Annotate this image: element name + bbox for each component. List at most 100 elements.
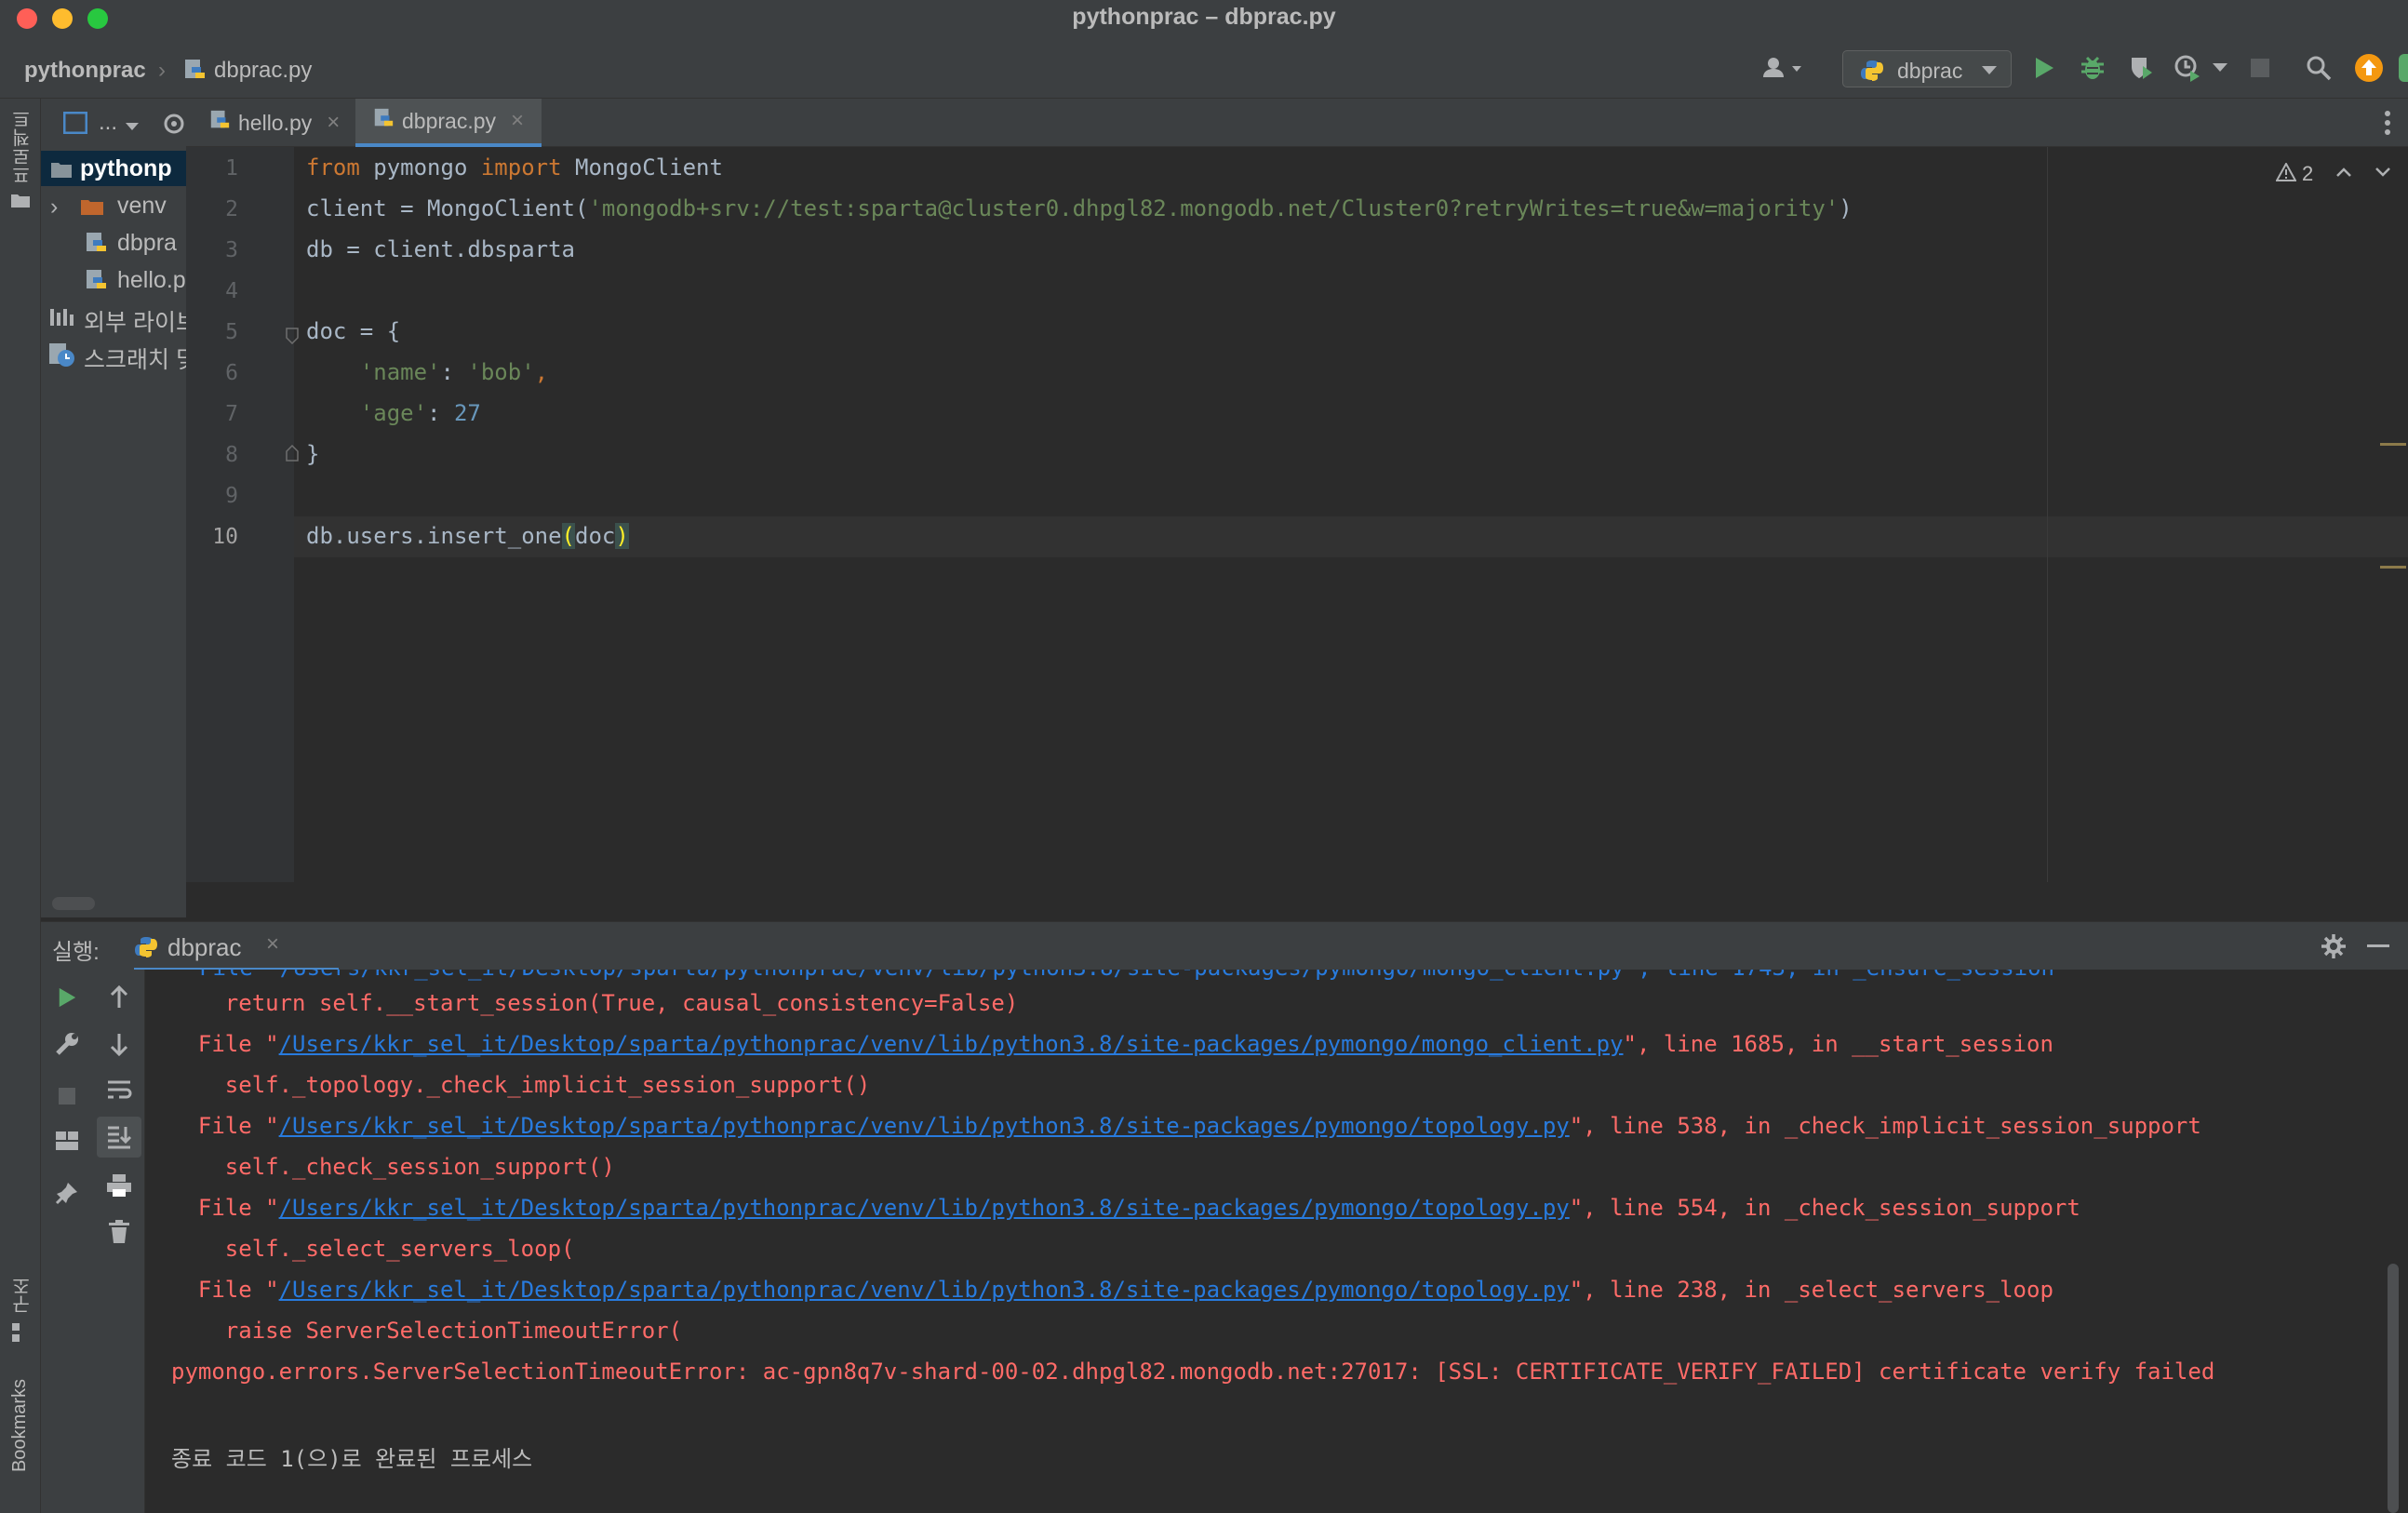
more-vertical-icon[interactable] bbox=[2384, 110, 2391, 141]
python-icon bbox=[134, 935, 158, 964]
tree-item-project-root[interactable]: pythonp bbox=[41, 151, 186, 186]
stop-icon[interactable] bbox=[2244, 54, 2276, 82]
console-line: File "/Users/kkr_sel_it/Desktop/sparta/p… bbox=[171, 1113, 2201, 1139]
code-line-2: client = MongoClient('mongodb+srv://test… bbox=[306, 195, 1853, 221]
project-view-icon[interactable] bbox=[62, 111, 88, 139]
fold-icon[interactable] bbox=[285, 328, 300, 349]
close-tab-icon[interactable]: × bbox=[327, 110, 340, 136]
rerun-icon[interactable] bbox=[48, 979, 86, 1016]
vertical-scrollbar[interactable] bbox=[2388, 1264, 2399, 1513]
project-view-select[interactable]: ... bbox=[99, 110, 117, 136]
fold-icon[interactable] bbox=[285, 444, 300, 466]
tab-dbprac-py[interactable]: dbprac.py × bbox=[355, 99, 542, 147]
code-editor[interactable]: 1 2 3 4 5 6 7 8 9 10 from pymongo import… bbox=[186, 147, 2408, 882]
line-number: 10 bbox=[212, 525, 238, 549]
error-stripe-marker[interactable] bbox=[2380, 566, 2406, 569]
next-highlight-icon[interactable] bbox=[2375, 166, 2391, 182]
python-file-icon bbox=[84, 268, 108, 298]
more-run-options-chevron-icon[interactable] bbox=[2211, 54, 2229, 82]
update-icon[interactable] bbox=[2352, 54, 2386, 82]
pin-icon[interactable] bbox=[48, 1174, 86, 1212]
console-line: self._topology._check_implicit_session_s… bbox=[171, 1072, 871, 1098]
search-icon[interactable] bbox=[2302, 54, 2335, 82]
console-line: return self.__start_session(True, causal… bbox=[171, 990, 1019, 1016]
horizontal-scrollbar[interactable] bbox=[52, 897, 95, 910]
python-file-icon bbox=[84, 231, 108, 261]
tree-item-label: pythonp bbox=[80, 155, 172, 181]
line-number: 1 bbox=[225, 156, 238, 181]
editor-tab-bar: hello.py × dbprac.py × bbox=[186, 99, 2408, 147]
run-tab-dbprac[interactable]: dbprac × bbox=[134, 922, 339, 971]
breadcrumb-file[interactable]: dbprac.py bbox=[214, 58, 312, 84]
code-line-3: db = client.dbsparta bbox=[306, 236, 575, 262]
tab-hello-py[interactable]: hello.py × bbox=[201, 99, 370, 147]
close-tab-icon[interactable]: × bbox=[266, 931, 279, 957]
tree-item-label: dbpra bbox=[117, 230, 177, 256]
layout-icon[interactable] bbox=[48, 1122, 86, 1159]
console-line: self._select_servers_loop( bbox=[171, 1236, 575, 1262]
notifications-edge-icon[interactable] bbox=[2399, 54, 2408, 82]
navigation-toolbar: pythonprac › dbprac.py dbprac bbox=[0, 37, 2408, 99]
locate-file-icon[interactable] bbox=[162, 112, 186, 141]
run-tab-label: dbprac bbox=[167, 933, 242, 961]
inspection-widget[interactable]: 2 bbox=[2275, 160, 2391, 188]
structure-tool-tab[interactable]: 구조 bbox=[9, 1277, 36, 1314]
soft-wrap-icon[interactable] bbox=[100, 1072, 138, 1109]
line-number: 2 bbox=[225, 197, 238, 221]
tree-item-label: 외부 라이브 bbox=[84, 310, 186, 335]
run-toolbar-primary bbox=[41, 970, 93, 1513]
structure-icon bbox=[12, 1323, 29, 1346]
folder-icon bbox=[80, 195, 104, 222]
arrow-up-icon[interactable] bbox=[100, 979, 138, 1016]
right-margin-guide bbox=[2047, 147, 2048, 882]
line-number: 4 bbox=[225, 279, 238, 303]
tree-item-venv[interactable]: › venv bbox=[41, 188, 186, 223]
print-icon[interactable] bbox=[100, 1167, 138, 1204]
arrow-down-icon[interactable] bbox=[100, 1025, 138, 1063]
console-line: self._check_session_support() bbox=[171, 1154, 615, 1180]
tree-item-hello[interactable]: hello.p bbox=[41, 262, 186, 298]
run-toolbar-secondary bbox=[93, 970, 145, 1513]
file-link[interactable]: /Users/kkr_sel_it/Desktop/sparta/pythonp… bbox=[279, 1277, 1570, 1303]
window-title: pythonprac – dbprac.py bbox=[1072, 4, 1336, 30]
python-file-icon bbox=[208, 109, 231, 137]
code-line-5: doc = { bbox=[306, 318, 401, 344]
previous-highlight-icon[interactable] bbox=[2335, 166, 2352, 182]
project-tool-tab[interactable]: 프로젝트 bbox=[9, 110, 36, 184]
run-icon[interactable] bbox=[2028, 54, 2060, 82]
breadcrumb-project[interactable]: pythonprac bbox=[24, 58, 146, 84]
bookmarks-tool-tab[interactable]: Bookmarks bbox=[9, 1379, 31, 1472]
settings-gear-icon[interactable] bbox=[2321, 933, 2347, 964]
error-stripe-marker[interactable] bbox=[2380, 443, 2406, 446]
tree-item-dbprac[interactable]: dbpra bbox=[41, 225, 186, 261]
file-link[interactable]: /Users/kkr_sel_it/Desktop/sparta/pythonp… bbox=[279, 1195, 1570, 1221]
console-line: raise ServerSelectionTimeoutError( bbox=[171, 1318, 683, 1344]
wrench-icon[interactable] bbox=[48, 1025, 86, 1063]
tree-item-scratches[interactable]: 스크래치 및 bbox=[41, 337, 186, 372]
close-tab-icon[interactable]: × bbox=[511, 108, 524, 134]
run-tool-window-header: 실행: dbprac × bbox=[41, 921, 2408, 971]
tab-label: hello.py bbox=[238, 110, 313, 135]
debug-icon[interactable] bbox=[2077, 54, 2108, 82]
trash-icon[interactable] bbox=[100, 1213, 138, 1251]
tree-item-label: venv bbox=[117, 193, 167, 219]
run-with-coverage-icon[interactable] bbox=[2125, 54, 2157, 82]
project-panel-header: ... bbox=[41, 99, 186, 147]
line-number: 8 bbox=[225, 443, 238, 467]
run-console-output[interactable]: File "/Users/kkr_sel_it/Desktop/sparta/p… bbox=[145, 970, 2408, 1513]
tree-item-label: 스크래치 및 bbox=[84, 347, 186, 372]
scroll-to-end-icon[interactable] bbox=[97, 1117, 141, 1158]
profile-icon[interactable] bbox=[2172, 54, 2203, 82]
hide-panel-icon[interactable] bbox=[2367, 944, 2389, 947]
stop-icon[interactable] bbox=[48, 1078, 86, 1115]
user-account-icon[interactable] bbox=[1759, 54, 1809, 82]
project-panel: ... pythonp › venv dbpra hello.p 외부 라이브 … bbox=[41, 99, 186, 917]
run-configuration-select[interactable]: dbprac bbox=[1842, 50, 2012, 87]
file-link[interactable]: /Users/kkr_sel_it/Desktop/sparta/pythonp… bbox=[279, 1031, 1624, 1057]
chevron-right-icon[interactable]: › bbox=[50, 194, 58, 221]
tree-item-external-libraries[interactable]: 외부 라이브 bbox=[41, 300, 186, 335]
file-link[interactable]: /Users/kkr_sel_it/Desktop/sparta/pythonp… bbox=[279, 1113, 1570, 1139]
line-number-gutter: 1 2 3 4 5 6 7 8 9 10 bbox=[186, 147, 299, 882]
run-configuration-label: dbprac bbox=[1897, 59, 1963, 83]
folder-icon bbox=[50, 158, 73, 185]
